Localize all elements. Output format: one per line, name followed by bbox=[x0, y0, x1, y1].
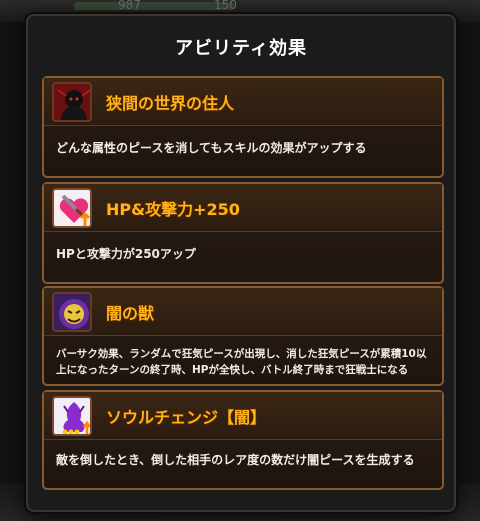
ability-card-header: 狭間の世界の住人 bbox=[44, 78, 442, 126]
background-hp-bar bbox=[74, 2, 234, 10]
ability-name: HP&攻撃力+250 bbox=[106, 200, 240, 219]
ability-name: ソウルチェンジ【闇】 bbox=[106, 408, 267, 427]
ability-description: HPと攻撃力が250アップ bbox=[56, 247, 196, 261]
ability-card-header: 闇の獣 bbox=[44, 288, 442, 336]
dialog-title: アビリティ効果 bbox=[175, 38, 307, 59]
heart-sword-up-icon bbox=[52, 188, 92, 228]
ability-card-header: HP&攻撃力+250 bbox=[44, 184, 442, 232]
background-sub-number: 150 bbox=[214, 0, 237, 12]
ability-description: 敵を倒したとき、倒した相手のレア度の数だけ闇ピースを生成する bbox=[56, 453, 415, 467]
ability-description: どんな属性のピースを消してもスキルの効果がアップする bbox=[56, 141, 367, 155]
dark-beast-icon bbox=[52, 292, 92, 332]
ability-name: 闇の獣 bbox=[106, 304, 155, 323]
ability-card: 闇の獣 バーサク効果、ランダムで狂気ピースが出現し、消した狂気ピースが累積10以… bbox=[42, 286, 444, 386]
shadow-figure-icon bbox=[52, 82, 92, 122]
ability-description: バーサク効果、ランダムで狂気ピースが出現し、消した狂気ピースが累積10以上になっ… bbox=[56, 348, 427, 376]
background-hp-number: 987 bbox=[118, 0, 141, 12]
ability-card: ソウルチェンジ【闇】 敵を倒したとき、倒した相手のレア度の数だけ闇ピースを生成す… bbox=[42, 390, 444, 490]
ability-card-header: ソウルチェンジ【闇】 bbox=[44, 392, 442, 440]
ability-effects-dialog: アビリティ効果 狭間の世界の住人 どんな属性のピースを消してもスキルの効果がアッ… bbox=[26, 14, 456, 512]
ability-name: 狭間の世界の住人 bbox=[106, 94, 235, 113]
ability-card: HP&攻撃力+250 HPと攻撃力が250アップ bbox=[42, 182, 444, 284]
soul-change-dark-icon bbox=[52, 396, 92, 436]
ability-card: 狭間の世界の住人 どんな属性のピースを消してもスキルの効果がアップする bbox=[42, 76, 444, 178]
